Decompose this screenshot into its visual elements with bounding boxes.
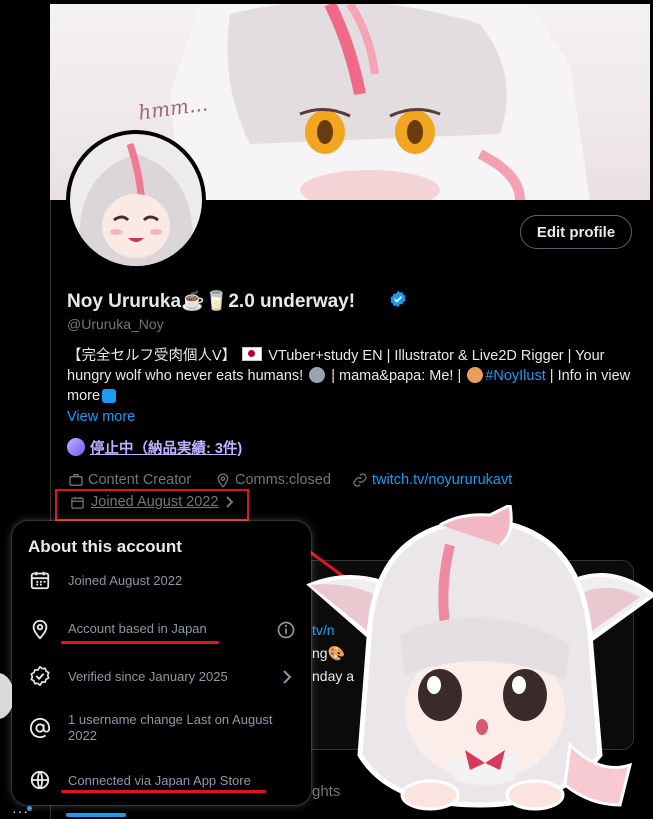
view-more-link[interactable]: View more [67,409,135,425]
handle: @Ururuka_Noy [67,316,164,332]
verified-badge-icon[interactable] [389,290,407,308]
chibi-character-sticker [306,505,653,811]
chevron-right-icon[interactable] [280,668,294,686]
location-label: Comms:closed [235,472,331,488]
about-account-popup [12,521,311,805]
commission-status-icon [67,438,85,456]
location-pin-icon [217,473,229,488]
active-tab-indicator [66,813,126,817]
popup-based-in: Account based in Japan [68,621,207,636]
at-sign-icon [29,717,51,739]
down-arrow-emoji-icon [102,389,117,403]
location-pin-icon [32,619,48,640]
globe-icon [30,770,50,790]
edit-profile-button[interactable]: Edit profile [520,215,632,249]
avatar[interactable] [70,134,202,266]
annotation-underline [61,790,266,793]
popup-verified-since: Verified since January 2025 [68,669,228,684]
bio: 【完全セルフ受肉個人V】 VTuber+study EN | Illustrat… [67,346,632,406]
joined-date-button[interactable]: Joined August 2022 [70,494,236,510]
website-link[interactable]: twitch.tv/noyururukavt [372,472,512,488]
notification-dot [27,806,32,811]
commission-status-link[interactable]: 停止中（納品実績: 3件) [90,437,242,458]
wolf-emoji-icon [309,367,326,383]
display-name: Noy Ururuka☕🥛2.0 underway! [67,291,356,312]
calendar-icon [71,496,84,509]
category-item: Content Creator [68,472,191,488]
annotation-underline [61,641,219,644]
avatar-art [70,134,202,266]
palette-emoji-icon [467,367,484,383]
popup-connected-via: Connected via Japan App Store [68,773,251,788]
verified-check-icon [30,665,50,687]
joined-label: Joined August 2022 [91,494,219,510]
category-label: Content Creator [88,472,192,488]
link-icon [353,473,367,487]
chevron-right-icon [226,496,234,508]
bio-text-3: | mama&papa: Me! | [331,368,462,384]
website-item[interactable]: twitch.tv/noyururukavt [352,472,512,488]
info-icon[interactable] [276,620,296,640]
popup-title: About this account [28,537,182,556]
japan-flag-icon [242,347,263,361]
calendar-icon [30,571,50,590]
briefcase-icon [69,474,83,486]
popup-joined: Joined August 2022 [68,573,183,588]
location-item: Comms:closed [215,472,331,488]
popup-username-changes: 1 username change Last on August 2022 [68,712,273,743]
bio-text-1: 【完全セルフ受肉個人V】 [67,348,237,364]
hashtag-link[interactable]: #NoyIlust [485,368,545,384]
